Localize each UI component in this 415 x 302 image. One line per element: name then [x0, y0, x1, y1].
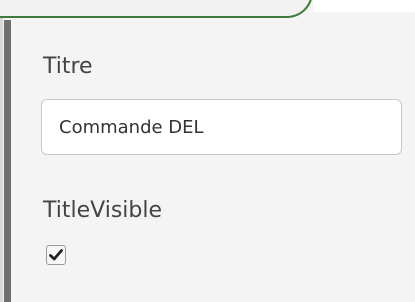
title-label: Titre: [43, 54, 93, 79]
properties-panel-frame: Titre TitleVisible: [0, 0, 415, 302]
panel-left-border: [4, 20, 11, 302]
title-visible-checkbox[interactable]: [46, 245, 66, 265]
title-visible-label: TitleVisible: [43, 198, 163, 223]
title-input[interactable]: [41, 99, 402, 155]
panel-edge: [0, 18, 3, 302]
properties-panel: Titre TitleVisible: [11, 18, 415, 302]
selected-tab-outline: [0, 0, 313, 18]
checkmark-icon: [49, 249, 63, 261]
header-strip: [313, 0, 415, 12]
